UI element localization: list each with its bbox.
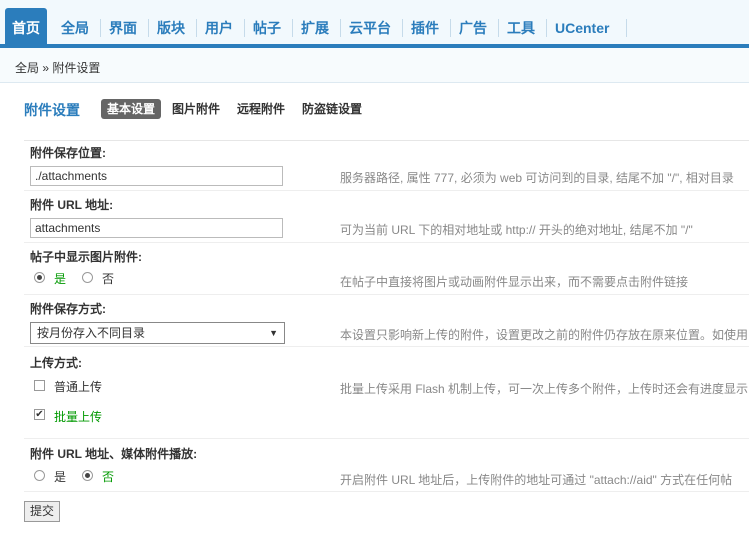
breadcrumb-bar: 全局 » 附件设置	[0, 48, 749, 83]
nav-item-global[interactable]: 全局	[61, 17, 89, 39]
nav-item-ads[interactable]: 广告	[459, 17, 487, 39]
show-image-tip: 在帖子中直接将图片或动画附件显示出来，而不需要点击附件链接	[340, 275, 689, 289]
save-path-label: 附件保存位置:	[30, 146, 106, 160]
media-label: 附件 URL 地址、媒体附件播放:	[30, 447, 198, 461]
upload-mode-tip: 批量上传采用 Flash 机制上传，可一次上传多个附件，上传时还会有进度显示	[340, 382, 749, 396]
save-mode-select[interactable]: 按月份存入不同目录 ▼	[30, 322, 285, 344]
save-mode-tip: 本设置只影响新上传的附件，设置更改之前的附件仍存放在原来位置。如使用	[340, 328, 749, 342]
url-tip: 可为当前 URL 下的相对地址或 http:// 开头的绝对地址, 结尾不加 "…	[340, 223, 693, 237]
nav-item-users[interactable]: 用户	[205, 17, 233, 39]
row-divider	[24, 190, 749, 191]
row-divider	[24, 294, 749, 295]
nav-separator	[292, 19, 293, 37]
show-image-yes-label: 是	[54, 272, 67, 286]
show-image-no-label: 否	[102, 272, 115, 286]
submit-button[interactable]: 提交	[24, 501, 61, 522]
nav-item-ucenter[interactable]: UCenter	[555, 17, 609, 39]
nav-item-tools[interactable]: 工具	[507, 17, 535, 39]
nav-item-extend[interactable]: 扩展	[301, 17, 329, 39]
nav-separator	[100, 19, 101, 37]
top-nav: 首页 全局 界面 版块 用户 帖子 扩展 云平台 插件 广告 工具 UCente…	[0, 0, 749, 48]
tab-basic-settings[interactable]: 基本设置	[101, 99, 162, 119]
media-no-radio[interactable]	[82, 470, 93, 481]
nav-separator	[196, 19, 197, 37]
breadcrumb: 全局 » 附件设置	[15, 61, 101, 75]
url-input[interactable]	[30, 218, 283, 238]
nav-separator	[402, 19, 403, 37]
nav-separator	[626, 19, 627, 37]
tab-hotlink-protection[interactable]: 防盗链设置	[302, 100, 362, 118]
batch-upload-label: 批量上传	[54, 410, 103, 424]
save-path-tip: 服务器路径, 属性 777, 必须为 web 可访问到的目录, 结尾不加 "/"…	[340, 171, 734, 185]
nav-item-interface[interactable]: 界面	[109, 17, 137, 39]
media-tip: 开启附件 URL 地址后，上传附件的地址可通过 "attach://aid" 方…	[340, 473, 733, 487]
row-divider	[24, 242, 749, 243]
nav-item-threads[interactable]: 帖子	[253, 17, 281, 39]
nav-item-forums[interactable]: 版块	[157, 17, 185, 39]
url-label: 附件 URL 地址:	[30, 198, 114, 212]
show-image-no-radio[interactable]	[82, 272, 93, 283]
row-divider	[24, 491, 749, 492]
nav-separator	[340, 19, 341, 37]
row-divider	[24, 346, 749, 347]
media-yes-radio[interactable]	[34, 470, 45, 481]
show-image-yes-radio[interactable]	[34, 272, 45, 283]
nav-item-home[interactable]: 首页	[5, 8, 47, 44]
chevron-down-icon: ▼	[269, 328, 278, 338]
show-image-label: 帖子中显示图片附件:	[30, 250, 142, 264]
save-mode-selected: 按月份存入不同目录	[37, 326, 146, 340]
nav-separator	[148, 19, 149, 37]
tab-remote-attachments[interactable]: 远程附件	[237, 100, 285, 118]
nav-separator	[546, 19, 547, 37]
save-path-input[interactable]	[30, 166, 283, 186]
nav-separator	[244, 19, 245, 37]
tab-image-attachments[interactable]: 图片附件	[172, 100, 220, 118]
media-yes-label: 是	[54, 470, 67, 484]
nav-item-cloud[interactable]: 云平台	[349, 17, 391, 39]
batch-upload-checkbox[interactable]: ✔	[34, 409, 45, 420]
nav-separator	[498, 19, 499, 37]
row-divider	[24, 438, 749, 439]
nav-separator	[450, 19, 451, 37]
save-mode-label: 附件保存方式:	[30, 302, 106, 316]
upload-mode-label: 上传方式:	[30, 356, 82, 370]
normal-upload-checkbox[interactable]	[34, 380, 45, 391]
normal-upload-label: 普通上传	[54, 380, 103, 394]
tab-divider	[24, 140, 749, 141]
page-title: 附件设置	[24, 102, 80, 118]
nav-item-plugins[interactable]: 插件	[411, 17, 439, 39]
media-no-label: 否	[102, 470, 115, 484]
